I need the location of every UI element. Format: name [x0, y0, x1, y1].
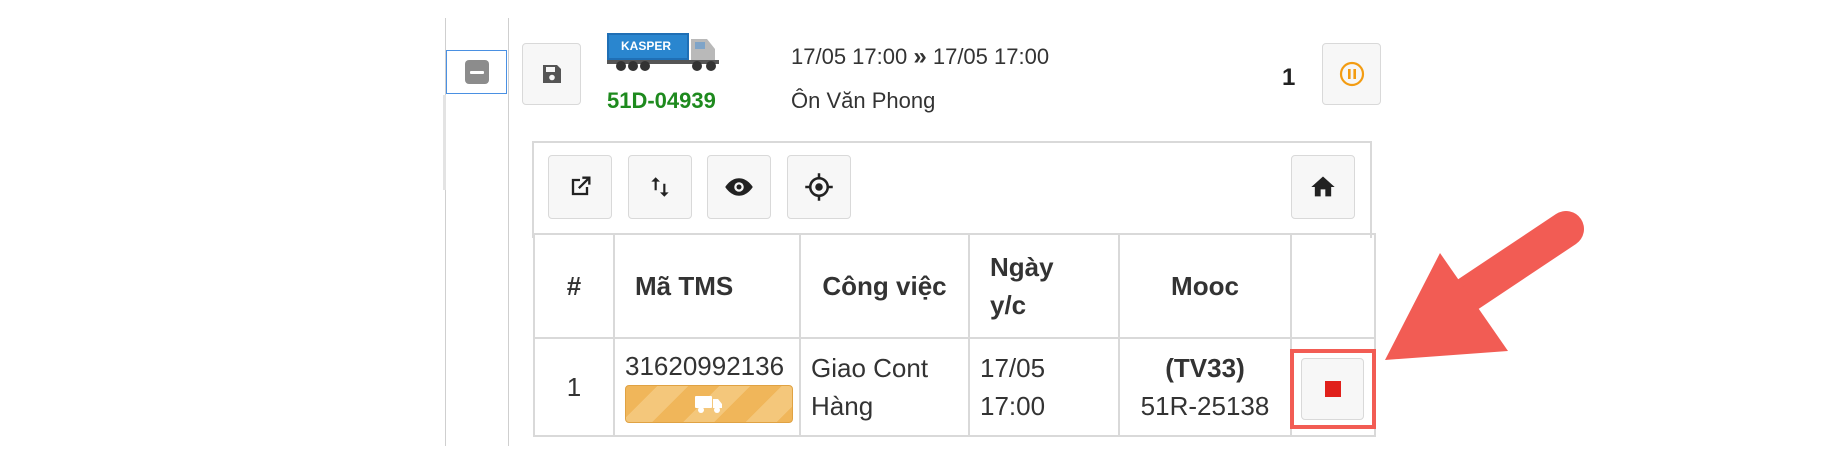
vehicle-plate[interactable]: 51D-04939: [607, 88, 716, 114]
home-icon: [1311, 176, 1335, 197]
pause-icon: [1339, 61, 1364, 87]
row-date: 17/05: [980, 353, 1046, 383]
truck-logo-text: KASPER: [621, 39, 671, 53]
stop-button[interactable]: [1301, 358, 1364, 420]
row-mooc-code: (TV33): [1165, 353, 1245, 383]
table-row[interactable]: 1 31620992136 Giao Cont Hàng 17/05 17:00…: [533, 337, 1376, 437]
jobs-table: # Mã TMS Công việc Ngày y/c Mooc 1 31620…: [533, 233, 1376, 437]
column-divider: [508, 18, 509, 446]
row-date-cell: 17/05 17:00: [968, 337, 1120, 437]
collapse-icon: [464, 60, 489, 84]
eye-icon: [725, 178, 753, 196]
schedule-end: 17/05 17:00: [932, 44, 1050, 69]
truck-image: KASPER: [607, 33, 725, 73]
row-tms-code[interactable]: 31620992136: [625, 347, 799, 385]
external-link-icon: [571, 176, 591, 196]
header-tms-code-label: Mã TMS: [635, 270, 734, 301]
save-icon: [542, 65, 561, 83]
header-job: Công việc: [799, 233, 970, 339]
arrow-annotation: [1385, 211, 1584, 360]
double-chevron-icon: »: [913, 43, 927, 70]
swap-order-button[interactable]: [628, 155, 692, 219]
schedule-line: 17/05 17:00 » 17/05 17:00: [791, 43, 1049, 71]
header-tms-code: Mã TMS: [613, 233, 801, 339]
pause-button[interactable]: [1322, 43, 1381, 105]
row-mooc-cell: (TV33) 51R-25138: [1118, 337, 1292, 437]
swap-icon: [651, 177, 669, 197]
row-tms-cell: 31620992136: [613, 337, 801, 437]
header-actions: [1290, 233, 1376, 339]
truck-icon: [695, 396, 722, 413]
header-index: #: [533, 233, 615, 339]
table-header-row: # Mã TMS Công việc Ngày y/c Mooc: [533, 233, 1376, 339]
locate-icon: [805, 173, 833, 201]
header-date-label: Ngày y/c: [990, 252, 1054, 320]
row-mooc-plate: 51R-25138: [1140, 391, 1270, 421]
truck-status-badge: [625, 385, 793, 423]
locate-button[interactable]: [787, 155, 851, 219]
left-scroll-accent: [443, 95, 446, 190]
driver-name: Ôn Văn Phong: [791, 88, 936, 113]
row-time: 17:00: [980, 391, 1046, 421]
home-button[interactable]: [1291, 155, 1355, 219]
row-job: Giao Cont Hàng: [799, 337, 970, 437]
header-mooc: Mooc: [1118, 233, 1292, 339]
row-collapse-toggle[interactable]: [446, 50, 507, 94]
header-date: Ngày y/c: [968, 233, 1120, 339]
view-button[interactable]: [707, 155, 771, 219]
trip-count: 1: [1282, 64, 1296, 91]
schedule-start: 17/05 17:00: [791, 44, 908, 69]
save-button[interactable]: [522, 43, 581, 105]
open-external-button[interactable]: [548, 155, 612, 219]
stop-icon: [1324, 381, 1341, 397]
row-index: 1: [533, 337, 615, 437]
